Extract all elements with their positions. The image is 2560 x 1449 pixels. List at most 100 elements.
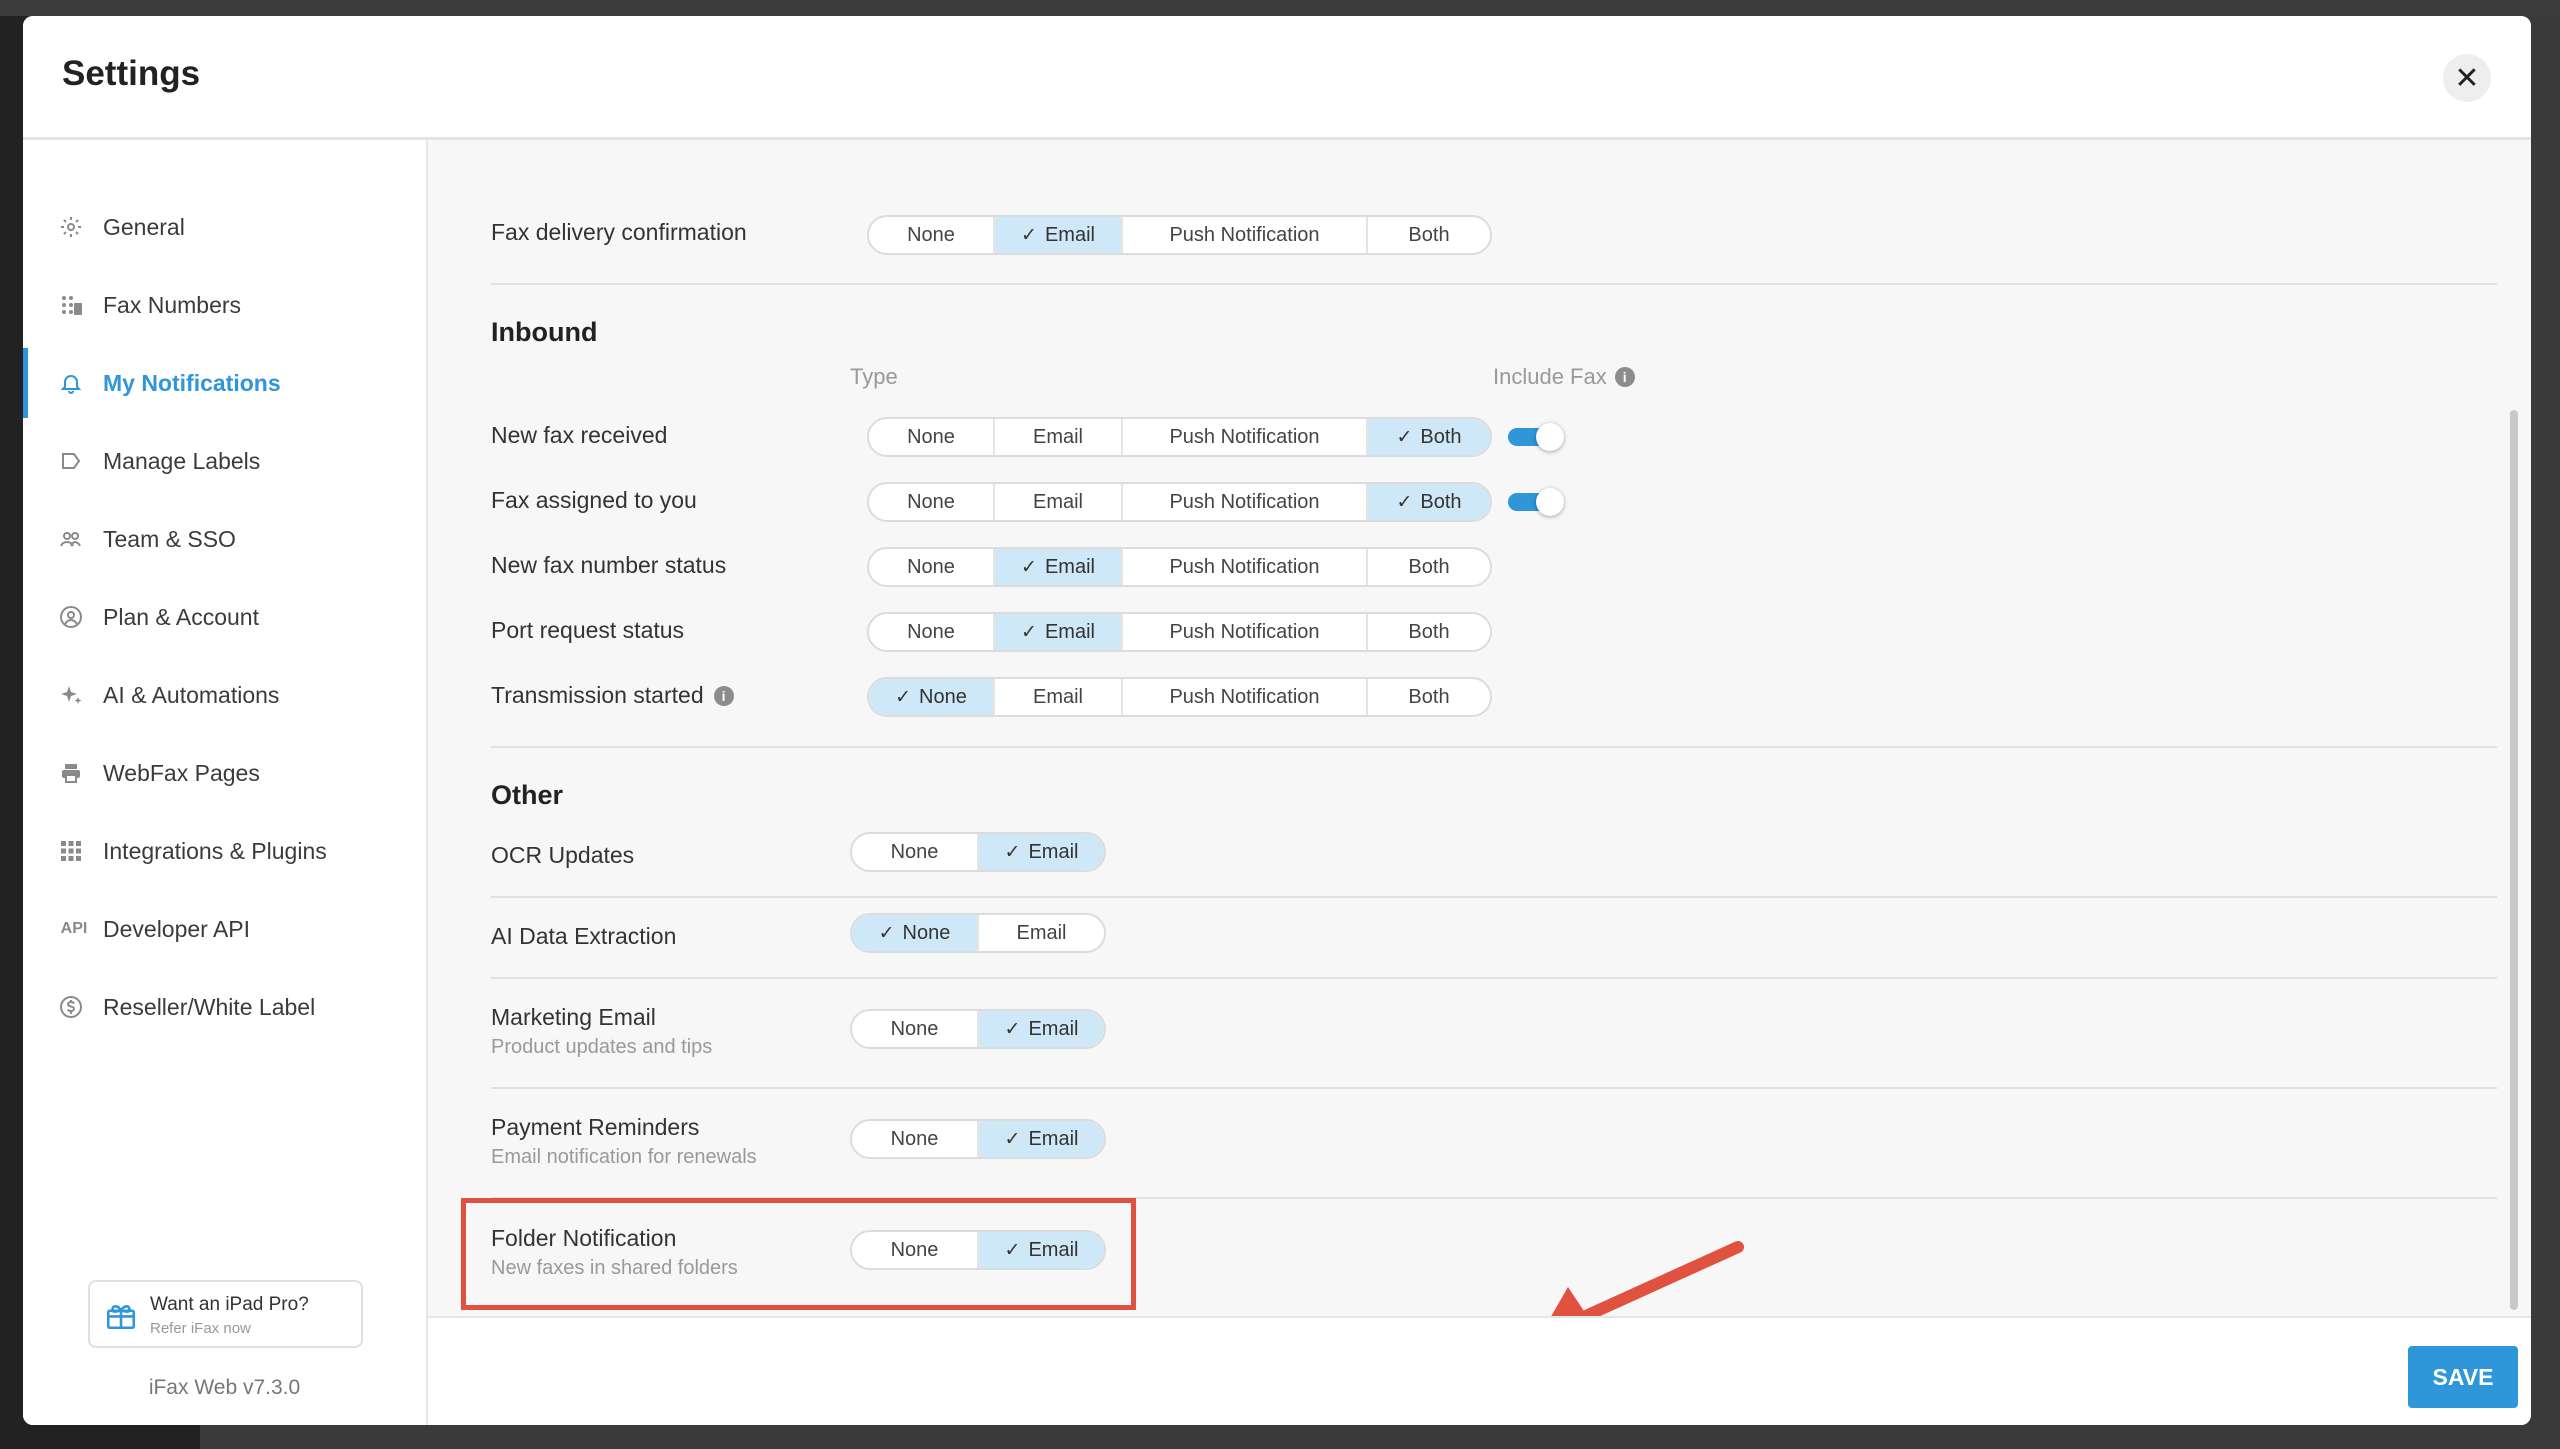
option-email[interactable]: ✓ Email [995, 614, 1123, 650]
option-both[interactable]: ✓ Both [1368, 484, 1490, 520]
option-email[interactable]: ✓ Email [979, 1232, 1104, 1268]
close-icon: ✕ [2454, 61, 2480, 95]
fax-delivery-confirmation-selector: None ✓ Email Push Notification Both [867, 215, 1492, 255]
sidebar-item-integrations-plugins[interactable]: Integrations & Plugins [23, 816, 426, 886]
sidebar-item-label: Reseller/White Label [103, 993, 316, 1020]
sidebar-item-webfax-pages[interactable]: WebFax Pages [23, 738, 426, 808]
folder-notification-selector: None ✓ Email [850, 1230, 1106, 1270]
option-email[interactable]: ✓ Email [979, 1011, 1104, 1047]
option-push-notification[interactable]: Push Notification [1123, 679, 1368, 715]
refer-promo-card[interactable]: Want an iPad Pro? Refer iFax now [88, 1280, 363, 1348]
sidebar-item-label: Fax Numbers [103, 291, 242, 318]
modal-header: Settings ✕ [23, 16, 2531, 140]
type-column-header: Type [850, 364, 898, 389]
option-both[interactable]: Both [1368, 549, 1490, 585]
sidebar-item-label: Integrations & Plugins [103, 837, 327, 864]
settings-modal: Settings ✕ General Fax Numbers My Notifi… [23, 16, 2531, 1425]
new-fax-number-status-selector: None ✓ Email Push Notification Both [867, 547, 1492, 587]
sidebar-item-my-notifications[interactable]: My Notifications [23, 348, 426, 418]
option-email[interactable]: ✓ Email [979, 834, 1104, 870]
divider [491, 283, 2497, 285]
sidebar-item-developer-api[interactable]: API Developer API [23, 894, 426, 964]
option-push-notification[interactable]: Push Notification [1123, 419, 1368, 455]
option-push-notification[interactable]: Push Notification [1123, 484, 1368, 520]
sidebar-item-plan-account[interactable]: Plan & Account [23, 582, 426, 652]
notifications-content: Fax delivery confirmation None ✓ Email Pu… [428, 140, 2531, 1316]
promo-subtitle: Refer iFax now [150, 1320, 251, 1337]
option-none[interactable]: None [852, 834, 979, 870]
info-icon[interactable]: i [713, 685, 734, 706]
divider [491, 896, 2497, 898]
payment-reminders-selector: None ✓ Email [850, 1119, 1106, 1159]
option-none[interactable]: None [852, 1011, 979, 1047]
include-fax-toggle[interactable] [1508, 487, 1564, 516]
option-none[interactable]: None [852, 1121, 979, 1157]
annotation-arrow-icon [1551, 1241, 1744, 1316]
check-icon: ✓ [1396, 491, 1413, 513]
option-email[interactable]: Email [995, 484, 1123, 520]
check-icon: ✓ [895, 686, 912, 708]
sidebar-item-manage-labels[interactable]: Manage Labels [23, 426, 426, 496]
transmission-started-selector: ✓ None Email Push Notification Both [867, 677, 1492, 717]
sidebar-item-label: My Notifications [103, 369, 281, 396]
payment-reminders-sublabel: Email notification for renewals [491, 1146, 757, 1168]
sidebar-item-label: AI & Automations [103, 681, 280, 708]
team-icon [56, 524, 86, 554]
include-fax-toggle[interactable] [1508, 422, 1564, 451]
sidebar-item-fax-numbers[interactable]: Fax Numbers [23, 270, 426, 340]
transmission-started-label: Transmission started i [491, 682, 734, 709]
option-none[interactable]: None [869, 217, 995, 253]
modal-title: Settings [62, 54, 201, 93]
scrollbar-thumb[interactable] [2510, 410, 2518, 1310]
option-push-notification[interactable]: Push Notification [1123, 217, 1368, 253]
info-icon[interactable]: i [1614, 367, 1635, 387]
option-push-notification[interactable]: Push Notification [1123, 614, 1368, 650]
fax-assigned-selector: None Email Push Notification ✓ Both [867, 482, 1492, 522]
other-section-title: Other [491, 780, 564, 810]
payment-reminders-label: Payment Reminders [491, 1114, 700, 1140]
grid-icon [56, 836, 86, 866]
option-push-notification[interactable]: Push Notification [1123, 549, 1368, 585]
sidebar-item-reseller-white-label[interactable]: Reseller/White Label [23, 972, 426, 1042]
option-none[interactable]: None [869, 614, 995, 650]
option-none[interactable]: ✓ None [869, 679, 995, 715]
divider [491, 1087, 2497, 1089]
divider [491, 1197, 2497, 1199]
option-email[interactable]: Email [995, 419, 1123, 455]
option-none[interactable]: ✓ None [852, 915, 979, 951]
ai-data-extraction-label: AI Data Extraction [491, 923, 677, 949]
option-both[interactable]: Both [1368, 679, 1490, 715]
option-none[interactable]: None [869, 549, 995, 585]
ocr-updates-label: OCR Updates [491, 842, 635, 868]
sidebar-item-ai-automations[interactable]: AI & Automations [23, 660, 426, 730]
option-email[interactable]: ✓ Email [995, 217, 1123, 253]
sidebar-item-general[interactable]: General [23, 192, 426, 262]
option-email[interactable]: Email [979, 915, 1104, 951]
option-none[interactable]: None [852, 1232, 979, 1268]
save-button[interactable]: SAVE [2408, 1346, 2518, 1408]
option-email[interactable]: ✓ Email [995, 549, 1123, 585]
option-email[interactable]: Email [995, 679, 1123, 715]
marketing-email-selector: None ✓ Email [850, 1009, 1106, 1049]
sidebar-item-label: Developer API [103, 915, 251, 942]
inbound-section-title: Inbound [491, 317, 598, 347]
close-button[interactable]: ✕ [2443, 54, 2491, 102]
option-both[interactable]: Both [1368, 614, 1490, 650]
sidebar: General Fax Numbers My Notifications Man… [23, 140, 428, 1425]
option-both[interactable]: Both [1368, 217, 1490, 253]
sidebar-item-label: Manage Labels [103, 447, 261, 474]
dollar-icon [56, 992, 86, 1022]
sidebar-item-team-sso[interactable]: Team & SSO [23, 504, 426, 574]
include-fax-column-header: Include Fax i [1493, 364, 1635, 390]
option-none[interactable]: None [869, 484, 995, 520]
marketing-email-label: Marketing Email [491, 1004, 656, 1030]
option-both[interactable]: ✓ Both [1368, 419, 1490, 455]
check-icon: ✓ [1021, 621, 1037, 643]
option-none[interactable]: None [869, 419, 995, 455]
new-fax-received-selector: None Email Push Notification ✓ Both [867, 417, 1492, 457]
port-request-status-label: Port request status [491, 617, 685, 643]
sidebar-item-label: General [103, 213, 185, 240]
api-icon: API [60, 920, 88, 937]
gear-icon [56, 212, 86, 242]
option-email[interactable]: ✓ Email [979, 1121, 1104, 1157]
